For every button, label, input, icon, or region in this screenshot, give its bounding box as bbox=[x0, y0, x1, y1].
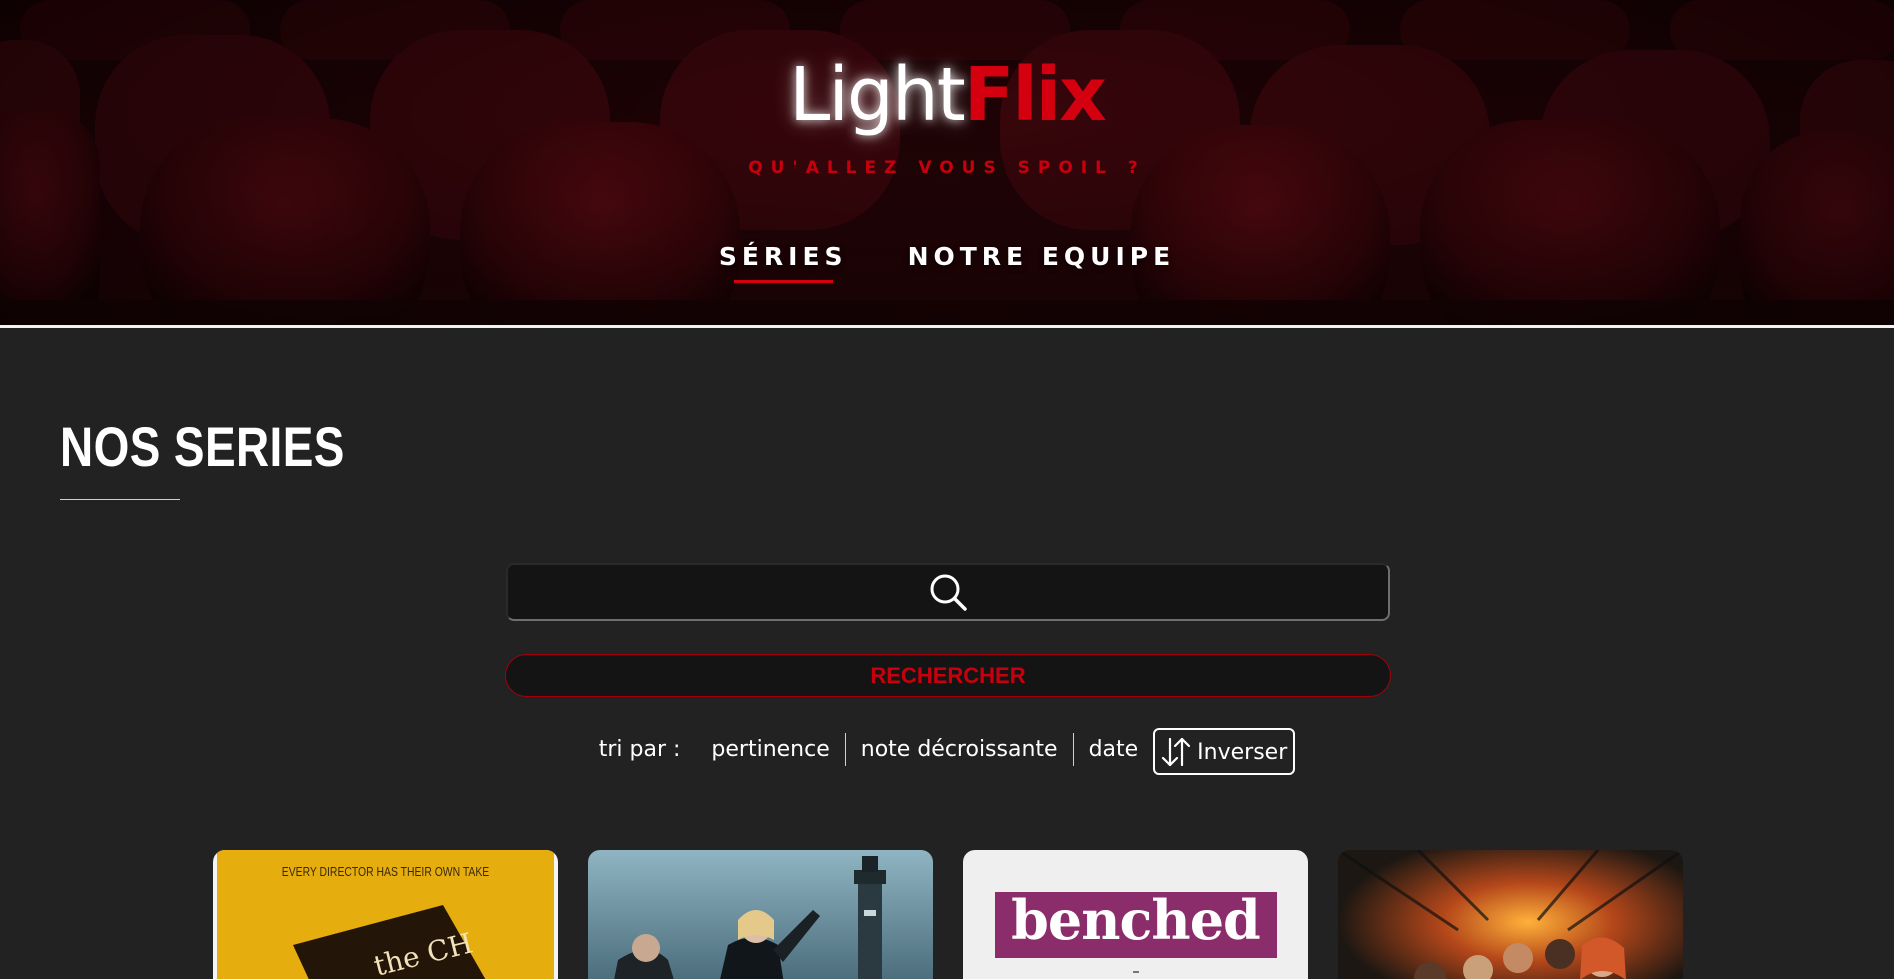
main-nav: SÉRIES NOTRE EQUIPE bbox=[0, 242, 1894, 283]
hero-header: LightFlix QU'ALLEZ VOUS SPOIL ? SÉRIES N… bbox=[0, 0, 1894, 328]
series-grid: EVERY DIRECTOR HAS THEIR OWN TAKE the CH bbox=[213, 850, 1683, 979]
nav-item-notre-equipe[interactable]: NOTRE EQUIPE bbox=[908, 242, 1176, 271]
nav-item-series[interactable]: SÉRIES bbox=[719, 242, 848, 283]
search-box bbox=[506, 563, 1390, 621]
title-underline bbox=[60, 499, 180, 500]
series-card[interactable]: benched bbox=[963, 850, 1308, 979]
sort-label: tri par : bbox=[598, 737, 681, 762]
sort-arrows-icon bbox=[1162, 737, 1191, 767]
logo[interactable]: LightFlix bbox=[0, 58, 1894, 132]
invert-sort-button[interactable]: Inverser bbox=[1153, 728, 1296, 775]
poster-tagline: EVERY DIRECTOR HAS THEIR OWN TAKE bbox=[281, 864, 490, 879]
poster-title: benched bbox=[1011, 888, 1261, 952]
sort-option-pertinence[interactable]: pertinence bbox=[696, 737, 844, 762]
tagline: QU'ALLEZ VOUS SPOIL ? bbox=[748, 158, 1146, 178]
sort-option-note-decroissante[interactable]: note décroissante bbox=[846, 737, 1073, 762]
series-card[interactable]: EVERY DIRECTOR HAS THEIR OWN TAKE the CH bbox=[213, 850, 558, 979]
series-card[interactable] bbox=[588, 850, 933, 979]
series-card[interactable] bbox=[1338, 850, 1683, 979]
search-input[interactable] bbox=[508, 565, 1388, 619]
series-poster bbox=[588, 850, 933, 979]
sort-bar: tri par : pertinence note décroissante d… bbox=[0, 724, 1894, 775]
series-poster bbox=[1338, 850, 1683, 979]
sort-option-date[interactable]: date bbox=[1074, 737, 1154, 762]
logo-flix-text: Flix bbox=[963, 52, 1107, 138]
search-button[interactable]: RECHERCHER bbox=[505, 654, 1391, 697]
page-title: NOS SERIES bbox=[60, 415, 345, 478]
invert-label: Inverser bbox=[1197, 739, 1288, 765]
logo-light-text: Light bbox=[789, 52, 966, 138]
